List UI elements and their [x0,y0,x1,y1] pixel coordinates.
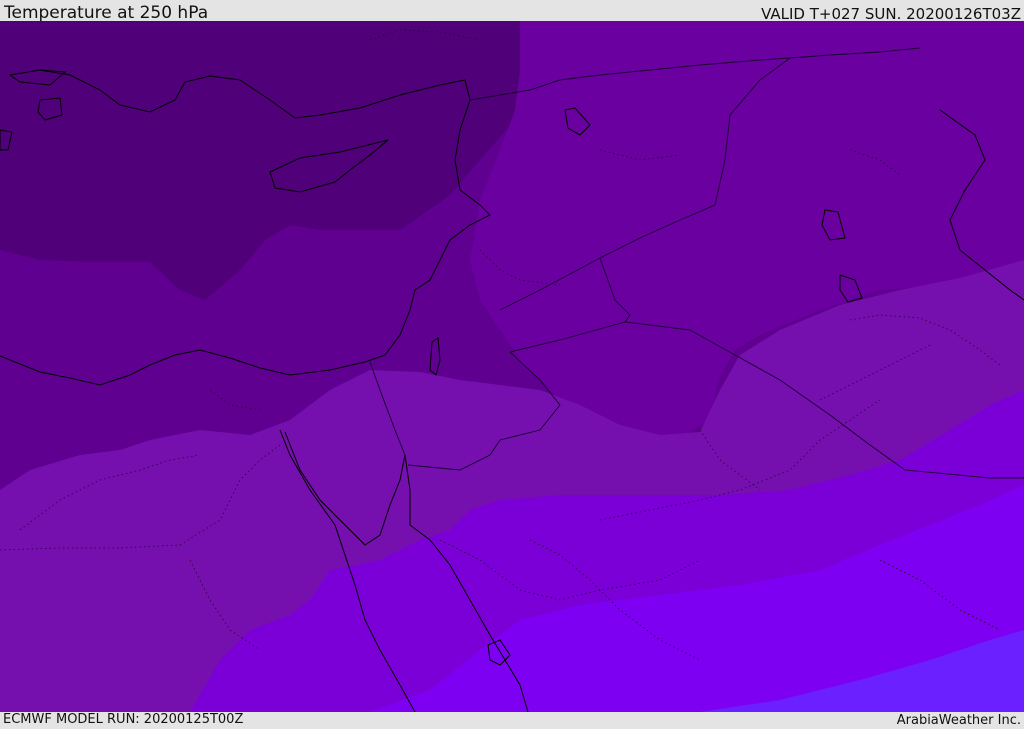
footer-bar: ECMWF MODEL RUN: 20200125T00Z ArabiaWeat… [0,712,1024,729]
map-svg [0,21,1024,712]
weather-map-frame: Temperature at 250 hPa VALID T+027 SUN. … [0,0,1024,729]
model-run-label: ECMWF MODEL RUN: 20200125T00Z [3,712,244,727]
credit-label: ArabiaWeather Inc. [896,713,1021,728]
map-title: Temperature at 250 hPa [4,3,209,23]
header-bar: Temperature at 250 hPa VALID T+027 SUN. … [0,0,1024,23]
map-canvas[interactable] [0,21,1024,712]
temperature-bands [0,21,1024,712]
